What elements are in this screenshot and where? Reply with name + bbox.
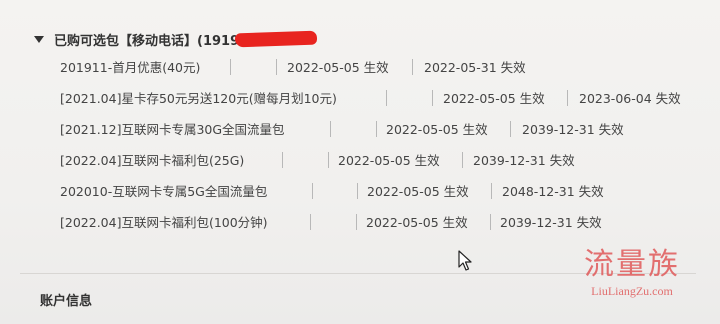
column-separator bbox=[312, 183, 313, 199]
redaction-mark bbox=[234, 30, 318, 48]
package-end-date: 2022-05-31 失效 bbox=[424, 60, 526, 75]
package-start-date: 2022-05-05 生效 bbox=[338, 153, 440, 168]
package-name: [2021.04]星卡存50元另送120元(赠每月划10元) bbox=[60, 91, 337, 106]
watermark-cn-text: 流量族 bbox=[584, 247, 680, 282]
purchased-packages-panel: 已购可选包【移动电话】(1919 201911-首月优惠(40元) 2022-0… bbox=[0, 0, 720, 324]
column-separator bbox=[328, 152, 329, 168]
column-separator bbox=[330, 121, 331, 137]
column-separator bbox=[462, 152, 463, 168]
account-info-title[interactable]: 账户信息 bbox=[40, 290, 92, 309]
column-separator bbox=[432, 90, 433, 106]
caret-down-icon[interactable] bbox=[34, 35, 44, 43]
column-separator bbox=[282, 152, 283, 168]
column-separator bbox=[230, 59, 231, 75]
column-separator bbox=[412, 59, 413, 75]
column-separator bbox=[357, 183, 358, 199]
watermark-url: LiuLiangZu.com bbox=[591, 284, 673, 298]
package-start-date: 2022-05-05 生效 bbox=[287, 60, 389, 75]
package-name: 202010-互联网卡专属5G全国流量包 bbox=[60, 184, 268, 199]
column-separator bbox=[491, 183, 492, 199]
column-separator bbox=[567, 90, 568, 106]
column-separator bbox=[276, 59, 277, 75]
watermark-logo: 流量族 LiuLiangZu.com bbox=[562, 248, 702, 299]
package-start-date: 2022-05-05 生效 bbox=[443, 91, 545, 106]
mouse-cursor-icon bbox=[458, 250, 472, 271]
section-title: 已购可选包【移动电话】(1919 bbox=[54, 33, 240, 49]
package-end-date: 2039-12-31 失效 bbox=[473, 153, 575, 168]
package-end-date: 2048-12-31 失效 bbox=[502, 184, 604, 199]
column-separator bbox=[490, 214, 491, 230]
column-separator bbox=[386, 90, 387, 106]
package-end-date: 2039-12-31 失效 bbox=[500, 215, 602, 230]
package-end-date: 2039-12-31 失效 bbox=[522, 122, 624, 137]
package-end-date: 2023-06-04 失效 bbox=[579, 91, 681, 106]
package-name: 201911-首月优惠(40元) bbox=[60, 60, 201, 75]
column-separator bbox=[510, 121, 511, 137]
column-separator bbox=[310, 214, 311, 230]
section-header[interactable]: 已购可选包【移动电话】(1919 bbox=[34, 28, 318, 50]
column-separator bbox=[376, 121, 377, 137]
package-start-date: 2022-05-05 生效 bbox=[386, 122, 488, 137]
package-name: [2022.04]互联网卡福利包(25G) bbox=[60, 153, 245, 168]
package-start-date: 2022-05-05 生效 bbox=[367, 184, 469, 199]
package-start-date: 2022-05-05 生效 bbox=[366, 215, 468, 230]
package-name: [2021.12]互联网卡专属30G全国流量包 bbox=[60, 122, 285, 137]
column-separator bbox=[356, 214, 357, 230]
package-name: [2022.04]互联网卡福利包(100分钟) bbox=[60, 215, 268, 230]
